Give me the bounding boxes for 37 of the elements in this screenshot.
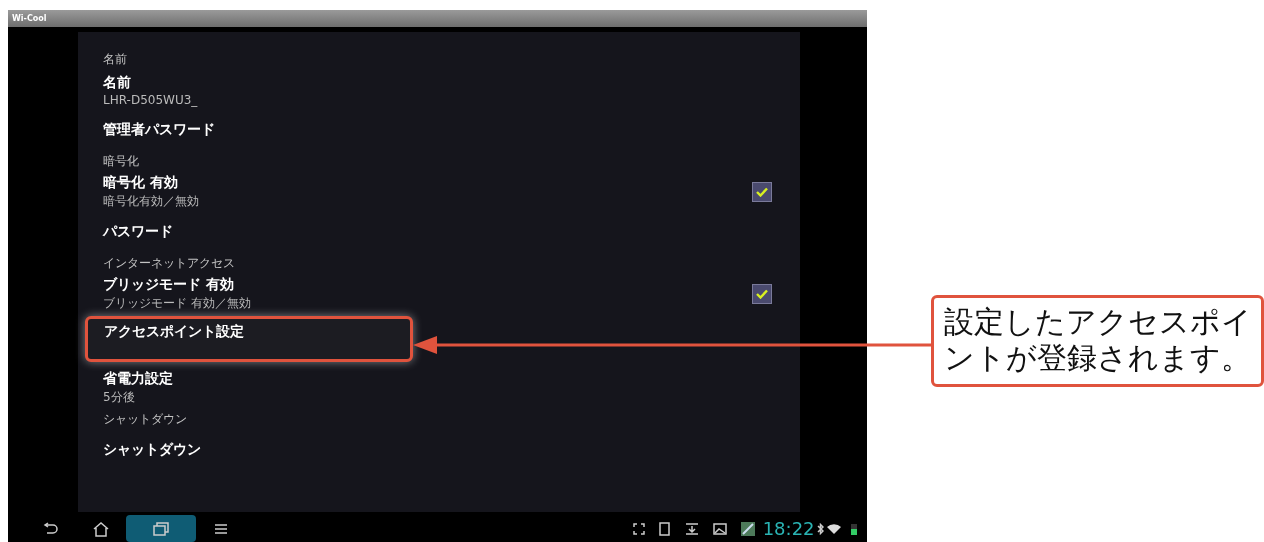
setting-summary: 暗号化有効／無効 [103, 193, 199, 210]
gallery-icon[interactable] [740, 521, 755, 536]
clock: 18:22 [762, 518, 815, 539]
download-icon[interactable] [684, 522, 699, 535]
section-header: インターネットアクセス [103, 254, 235, 272]
setting-title[interactable]: 名前 [103, 73, 198, 92]
setting-title[interactable]: 管理者パスワード [103, 121, 215, 139]
setting-title[interactable]: 暗号化 有効 [103, 174, 199, 192]
screenshot-icon[interactable] [632, 522, 645, 535]
recent-apps-button[interactable] [126, 515, 196, 542]
setting-title[interactable]: ブリッジモード 有効 [103, 276, 251, 294]
checkbox[interactable] [752, 284, 772, 304]
setting-title[interactable]: パスワード [103, 223, 173, 241]
setting-summary: ブリッジモード 有効／無効 [103, 295, 251, 312]
wifi-icon [826, 522, 841, 535]
recent-apps-icon [151, 520, 171, 537]
document-icon[interactable] [658, 521, 671, 536]
section-header: 暗号化 [103, 152, 139, 170]
bluetooth-icon [816, 522, 824, 535]
setting-title: アクセスポイント設定 [104, 323, 244, 341]
check-icon [756, 289, 768, 299]
window-title: Wi-Cool [12, 14, 47, 23]
section-header: 名前 [103, 50, 127, 68]
highlighted-setting-item[interactable]: アクセスポイント設定 [85, 316, 413, 362]
image-icon[interactable] [712, 522, 727, 535]
section-header: シャットダウン [103, 410, 187, 428]
setting-title[interactable]: シャットダウン [103, 441, 201, 459]
callout-text: 設定したアクセスポイントが登録されます。 [930, 295, 1264, 387]
setting-title[interactable]: 省電力設定 [103, 370, 173, 388]
setting-summary: LHR-D505WU3_ [103, 92, 198, 107]
setting-summary: 5分後 [103, 389, 136, 406]
back-icon [42, 521, 60, 536]
battery-icon [850, 522, 857, 535]
checkbox[interactable] [752, 182, 772, 202]
check-icon [756, 187, 768, 197]
home-icon [92, 520, 110, 537]
menu-icon [214, 522, 228, 535]
